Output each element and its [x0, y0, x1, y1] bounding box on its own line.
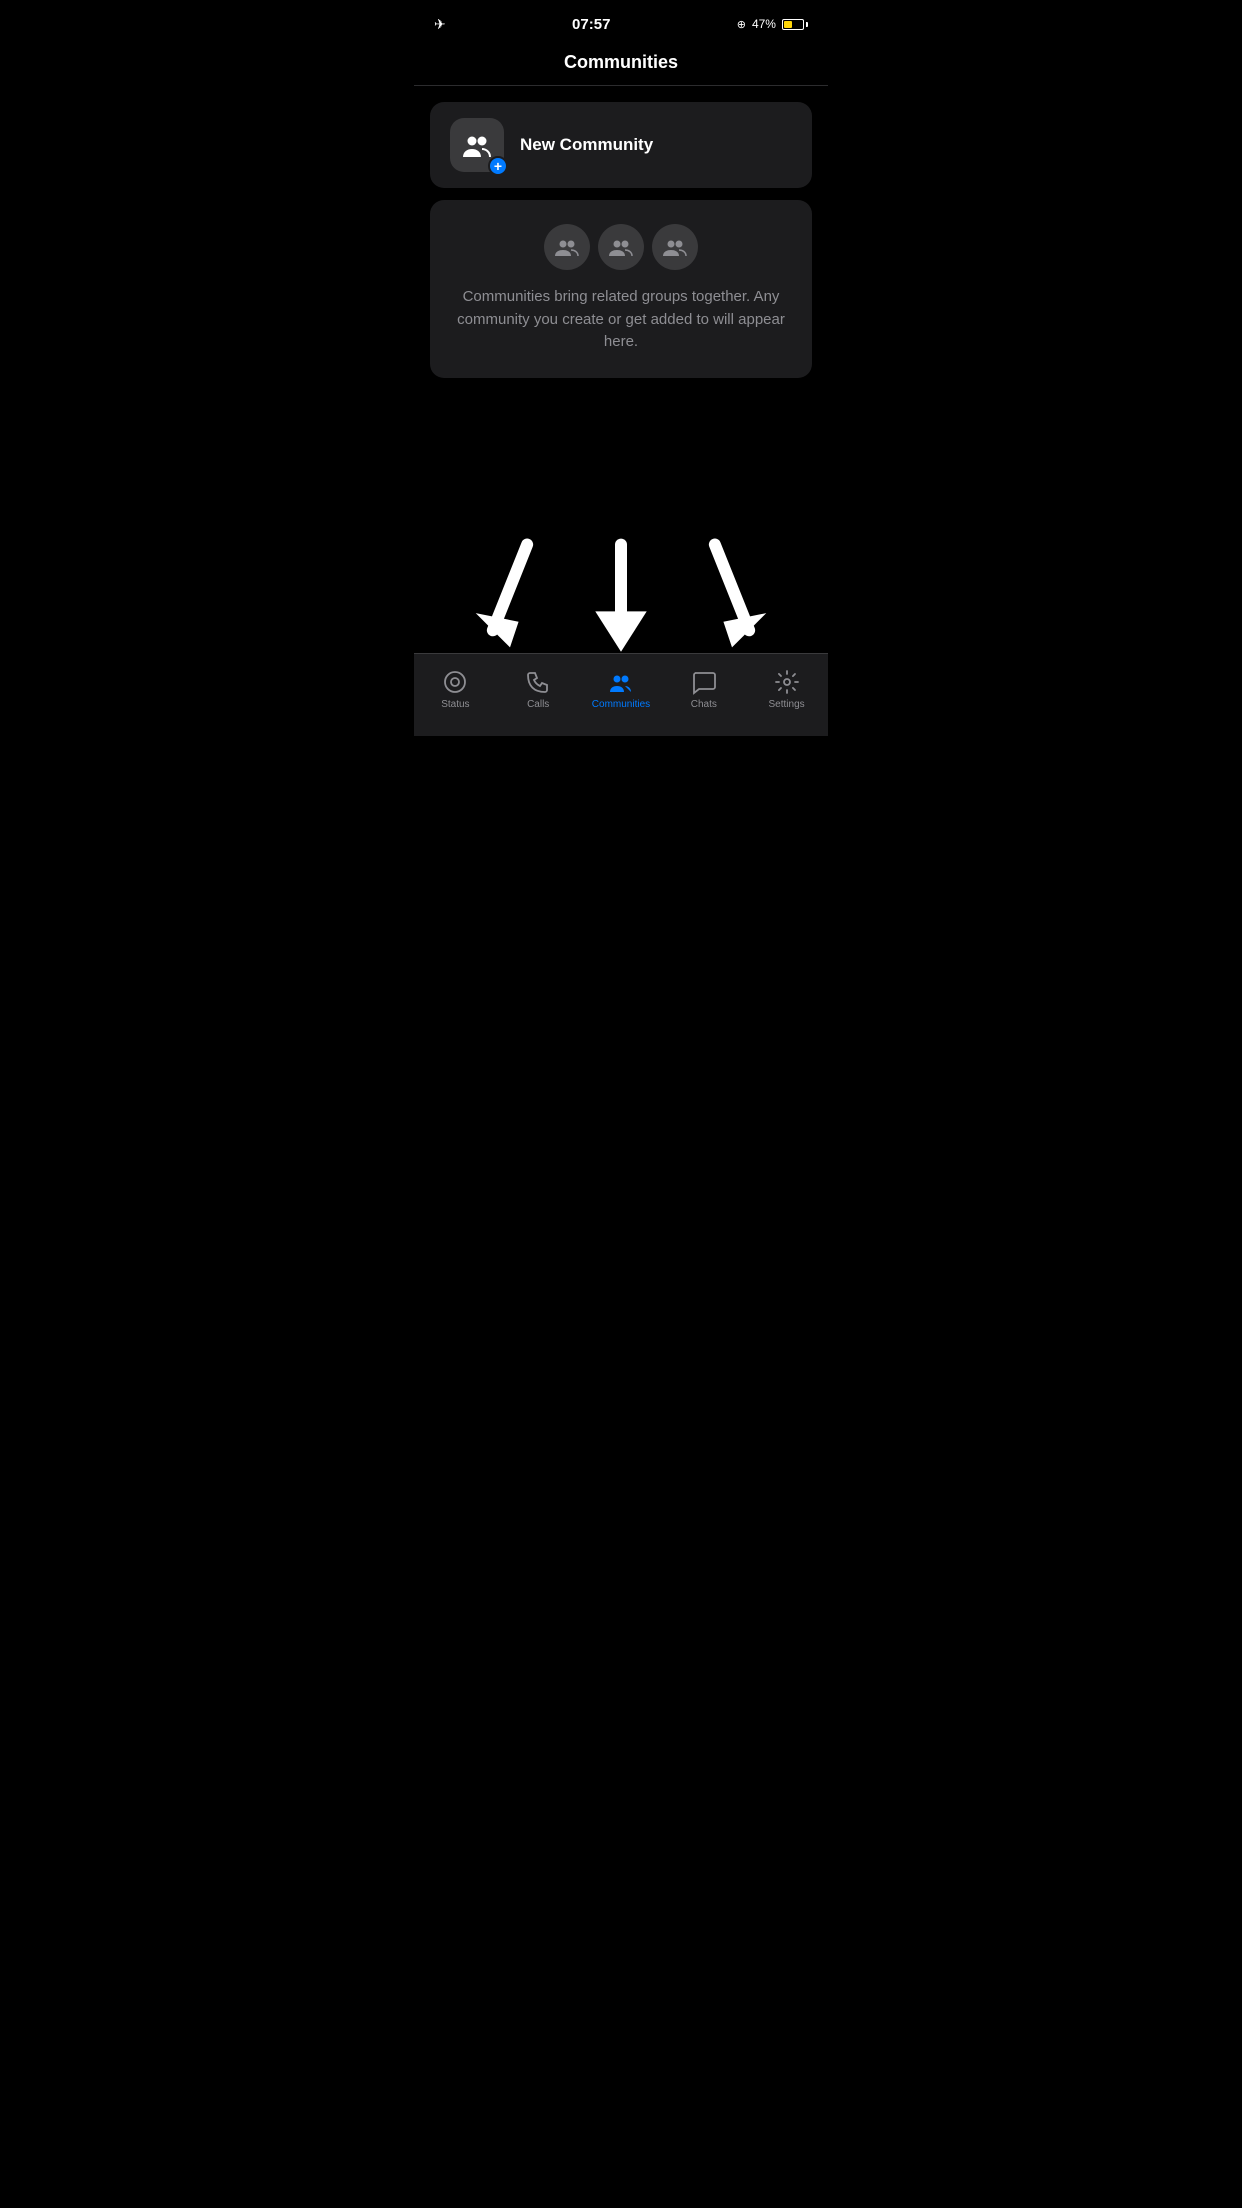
group-people-icon — [461, 131, 493, 159]
tab-settings-label: Settings — [769, 699, 805, 710]
battery-fill — [784, 21, 792, 28]
status-left: ✈ — [434, 16, 446, 33]
battery-icon — [782, 19, 808, 30]
communities-icons-row — [544, 224, 698, 270]
new-community-card[interactable]: + New Community — [430, 102, 812, 188]
plus-badge: + — [488, 156, 508, 176]
communities-icon — [608, 669, 634, 695]
tab-calls-label: Calls — [527, 699, 549, 710]
community-icon-3 — [652, 224, 698, 270]
status-right: ⊕ 47% — [737, 17, 808, 31]
status-time: 07:57 — [572, 16, 610, 33]
new-community-icon: + — [450, 118, 504, 172]
tab-status-label: Status — [441, 699, 469, 710]
tab-bar: Status Calls Communities Chats Settings — [414, 653, 828, 736]
community-icon-1 — [544, 224, 590, 270]
page-title: Communities — [430, 52, 812, 73]
status-icon — [442, 669, 468, 695]
status-bar: ✈ 07:57 ⊕ 47% — [414, 0, 828, 44]
tab-status[interactable]: Status — [425, 669, 485, 710]
tab-settings[interactable]: Settings — [757, 669, 817, 710]
battery-body — [782, 19, 804, 30]
arrow-left — [475, 536, 545, 656]
main-content: + New Community — [414, 86, 828, 394]
arrows-container — [414, 456, 828, 656]
battery-percent: 47% — [752, 17, 776, 31]
settings-icon — [774, 669, 800, 695]
chats-icon — [691, 669, 717, 695]
arrow-right — [697, 536, 767, 656]
airplane-icon: ✈ — [434, 16, 446, 33]
info-description: Communities bring related groups togethe… — [450, 286, 792, 354]
battery-tip — [806, 22, 808, 27]
calls-icon — [525, 669, 551, 695]
lock-icon: ⊕ — [737, 18, 746, 31]
community-icon-2 — [598, 224, 644, 270]
arrow-center — [586, 536, 656, 656]
tab-chats-label: Chats — [691, 699, 717, 710]
tab-communities-label: Communities — [592, 699, 650, 710]
tab-calls[interactable]: Calls — [508, 669, 568, 710]
page-header: Communities — [414, 44, 828, 86]
info-card: Communities bring related groups togethe… — [430, 200, 812, 378]
new-community-label: New Community — [520, 135, 653, 155]
tab-chats[interactable]: Chats — [674, 669, 734, 710]
tab-communities[interactable]: Communities — [591, 669, 651, 710]
